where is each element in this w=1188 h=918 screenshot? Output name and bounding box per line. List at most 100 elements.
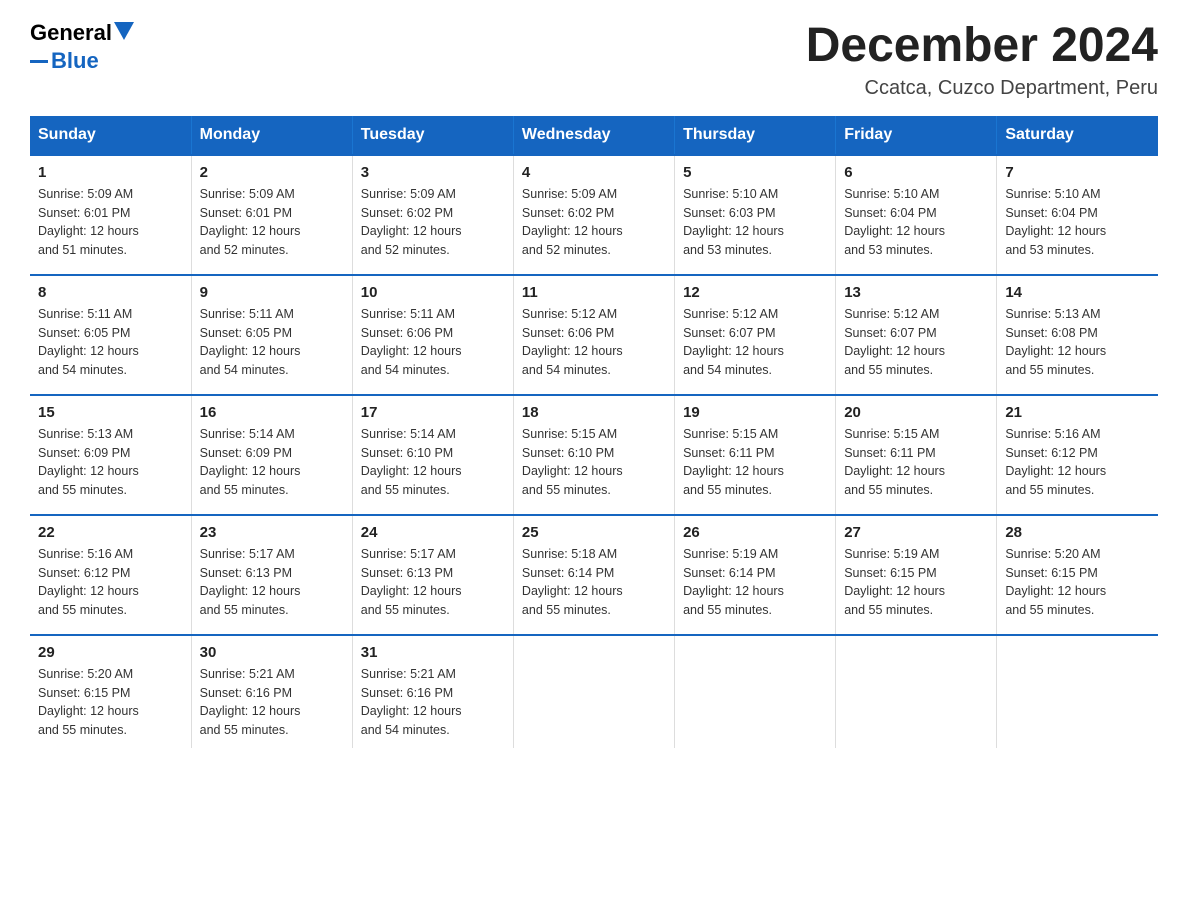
calendar-cell: 9 Sunrise: 5:11 AM Sunset: 6:05 PM Dayli… [191, 275, 352, 395]
calendar-cell: 25 Sunrise: 5:18 AM Sunset: 6:14 PM Dayl… [513, 515, 674, 635]
day-info: Sunrise: 5:15 AM Sunset: 6:11 PM Dayligh… [844, 425, 988, 500]
header-monday: Monday [191, 116, 352, 155]
day-number: 29 [38, 644, 183, 661]
calendar-cell: 18 Sunrise: 5:15 AM Sunset: 6:10 PM Dayl… [513, 395, 674, 515]
day-number: 28 [1005, 524, 1150, 541]
calendar-week-row: 15 Sunrise: 5:13 AM Sunset: 6:09 PM Dayl… [30, 395, 1158, 515]
calendar-cell: 19 Sunrise: 5:15 AM Sunset: 6:11 PM Dayl… [675, 395, 836, 515]
day-info: Sunrise: 5:16 AM Sunset: 6:12 PM Dayligh… [38, 545, 183, 620]
day-number: 24 [361, 524, 505, 541]
logo-general: General [30, 20, 112, 46]
calendar-cell [513, 635, 674, 748]
calendar-cell: 26 Sunrise: 5:19 AM Sunset: 6:14 PM Dayl… [675, 515, 836, 635]
header-tuesday: Tuesday [352, 116, 513, 155]
page-subtitle: Ccatca, Cuzco Department, Peru [806, 77, 1158, 100]
day-number: 19 [683, 404, 827, 421]
calendar-week-row: 8 Sunrise: 5:11 AM Sunset: 6:05 PM Dayli… [30, 275, 1158, 395]
header-wednesday: Wednesday [513, 116, 674, 155]
calendar-cell: 15 Sunrise: 5:13 AM Sunset: 6:09 PM Dayl… [30, 395, 191, 515]
day-info: Sunrise: 5:10 AM Sunset: 6:04 PM Dayligh… [1005, 185, 1150, 260]
calendar-week-row: 29 Sunrise: 5:20 AM Sunset: 6:15 PM Dayl… [30, 635, 1158, 748]
calendar-cell: 12 Sunrise: 5:12 AM Sunset: 6:07 PM Dayl… [675, 275, 836, 395]
day-info: Sunrise: 5:20 AM Sunset: 6:15 PM Dayligh… [38, 665, 183, 740]
day-number: 3 [361, 164, 505, 181]
day-number: 17 [361, 404, 505, 421]
day-number: 31 [361, 644, 505, 661]
day-info: Sunrise: 5:12 AM Sunset: 6:07 PM Dayligh… [683, 305, 827, 380]
day-info: Sunrise: 5:13 AM Sunset: 6:09 PM Dayligh… [38, 425, 183, 500]
day-info: Sunrise: 5:15 AM Sunset: 6:10 PM Dayligh… [522, 425, 666, 500]
day-number: 7 [1005, 164, 1150, 181]
day-info: Sunrise: 5:15 AM Sunset: 6:11 PM Dayligh… [683, 425, 827, 500]
calendar-cell: 2 Sunrise: 5:09 AM Sunset: 6:01 PM Dayli… [191, 155, 352, 275]
calendar-cell: 11 Sunrise: 5:12 AM Sunset: 6:06 PM Dayl… [513, 275, 674, 395]
day-info: Sunrise: 5:21 AM Sunset: 6:16 PM Dayligh… [361, 665, 505, 740]
day-number: 9 [200, 284, 344, 301]
day-number: 27 [844, 524, 988, 541]
day-number: 8 [38, 284, 183, 301]
day-info: Sunrise: 5:09 AM Sunset: 6:01 PM Dayligh… [200, 185, 344, 260]
day-info: Sunrise: 5:14 AM Sunset: 6:09 PM Dayligh… [200, 425, 344, 500]
day-number: 23 [200, 524, 344, 541]
day-number: 25 [522, 524, 666, 541]
day-info: Sunrise: 5:14 AM Sunset: 6:10 PM Dayligh… [361, 425, 505, 500]
day-info: Sunrise: 5:19 AM Sunset: 6:14 PM Dayligh… [683, 545, 827, 620]
day-number: 11 [522, 284, 666, 301]
calendar-cell: 10 Sunrise: 5:11 AM Sunset: 6:06 PM Dayl… [352, 275, 513, 395]
day-number: 14 [1005, 284, 1150, 301]
calendar-cell: 4 Sunrise: 5:09 AM Sunset: 6:02 PM Dayli… [513, 155, 674, 275]
day-info: Sunrise: 5:10 AM Sunset: 6:03 PM Dayligh… [683, 185, 827, 260]
day-number: 18 [522, 404, 666, 421]
day-info: Sunrise: 5:11 AM Sunset: 6:05 PM Dayligh… [200, 305, 344, 380]
day-number: 22 [38, 524, 183, 541]
calendar-cell: 21 Sunrise: 5:16 AM Sunset: 6:12 PM Dayl… [997, 395, 1158, 515]
day-number: 1 [38, 164, 183, 181]
day-info: Sunrise: 5:20 AM Sunset: 6:15 PM Dayligh… [1005, 545, 1150, 620]
calendar-cell [997, 635, 1158, 748]
day-number: 2 [200, 164, 344, 181]
calendar-header-row: SundayMondayTuesdayWednesdayThursdayFrid… [30, 116, 1158, 155]
day-number: 16 [200, 404, 344, 421]
calendar-cell: 3 Sunrise: 5:09 AM Sunset: 6:02 PM Dayli… [352, 155, 513, 275]
calendar-cell: 31 Sunrise: 5:21 AM Sunset: 6:16 PM Dayl… [352, 635, 513, 748]
logo-triangle-icon [114, 22, 134, 40]
calendar-cell: 20 Sunrise: 5:15 AM Sunset: 6:11 PM Dayl… [836, 395, 997, 515]
day-number: 4 [522, 164, 666, 181]
day-info: Sunrise: 5:13 AM Sunset: 6:08 PM Dayligh… [1005, 305, 1150, 380]
calendar-week-row: 22 Sunrise: 5:16 AM Sunset: 6:12 PM Dayl… [30, 515, 1158, 635]
calendar-cell: 5 Sunrise: 5:10 AM Sunset: 6:03 PM Dayli… [675, 155, 836, 275]
day-info: Sunrise: 5:11 AM Sunset: 6:06 PM Dayligh… [361, 305, 505, 380]
header-sunday: Sunday [30, 116, 191, 155]
day-info: Sunrise: 5:09 AM Sunset: 6:01 PM Dayligh… [38, 185, 183, 260]
header-friday: Friday [836, 116, 997, 155]
calendar-cell: 30 Sunrise: 5:21 AM Sunset: 6:16 PM Dayl… [191, 635, 352, 748]
day-info: Sunrise: 5:17 AM Sunset: 6:13 PM Dayligh… [200, 545, 344, 620]
day-info: Sunrise: 5:11 AM Sunset: 6:05 PM Dayligh… [38, 305, 183, 380]
logo-blue: Blue [51, 48, 99, 74]
day-info: Sunrise: 5:09 AM Sunset: 6:02 PM Dayligh… [522, 185, 666, 260]
calendar-table: SundayMondayTuesdayWednesdayThursdayFrid… [30, 116, 1158, 748]
title-block: December 2024 Ccatca, Cuzco Department, … [806, 20, 1158, 100]
day-number: 15 [38, 404, 183, 421]
calendar-cell: 6 Sunrise: 5:10 AM Sunset: 6:04 PM Dayli… [836, 155, 997, 275]
calendar-cell [675, 635, 836, 748]
calendar-cell: 24 Sunrise: 5:17 AM Sunset: 6:13 PM Dayl… [352, 515, 513, 635]
day-info: Sunrise: 5:16 AM Sunset: 6:12 PM Dayligh… [1005, 425, 1150, 500]
day-info: Sunrise: 5:21 AM Sunset: 6:16 PM Dayligh… [200, 665, 344, 740]
calendar-week-row: 1 Sunrise: 5:09 AM Sunset: 6:01 PM Dayli… [30, 155, 1158, 275]
calendar-cell: 22 Sunrise: 5:16 AM Sunset: 6:12 PM Dayl… [30, 515, 191, 635]
calendar-cell: 16 Sunrise: 5:14 AM Sunset: 6:09 PM Dayl… [191, 395, 352, 515]
page-header: General Blue December 2024 Ccatca, Cuzco… [30, 20, 1158, 100]
header-saturday: Saturday [997, 116, 1158, 155]
calendar-cell: 1 Sunrise: 5:09 AM Sunset: 6:01 PM Dayli… [30, 155, 191, 275]
day-info: Sunrise: 5:12 AM Sunset: 6:06 PM Dayligh… [522, 305, 666, 380]
calendar-cell: 28 Sunrise: 5:20 AM Sunset: 6:15 PM Dayl… [997, 515, 1158, 635]
day-number: 26 [683, 524, 827, 541]
calendar-cell: 13 Sunrise: 5:12 AM Sunset: 6:07 PM Dayl… [836, 275, 997, 395]
day-number: 5 [683, 164, 827, 181]
day-number: 21 [1005, 404, 1150, 421]
day-info: Sunrise: 5:10 AM Sunset: 6:04 PM Dayligh… [844, 185, 988, 260]
day-number: 10 [361, 284, 505, 301]
day-number: 20 [844, 404, 988, 421]
page-title: December 2024 [806, 20, 1158, 73]
